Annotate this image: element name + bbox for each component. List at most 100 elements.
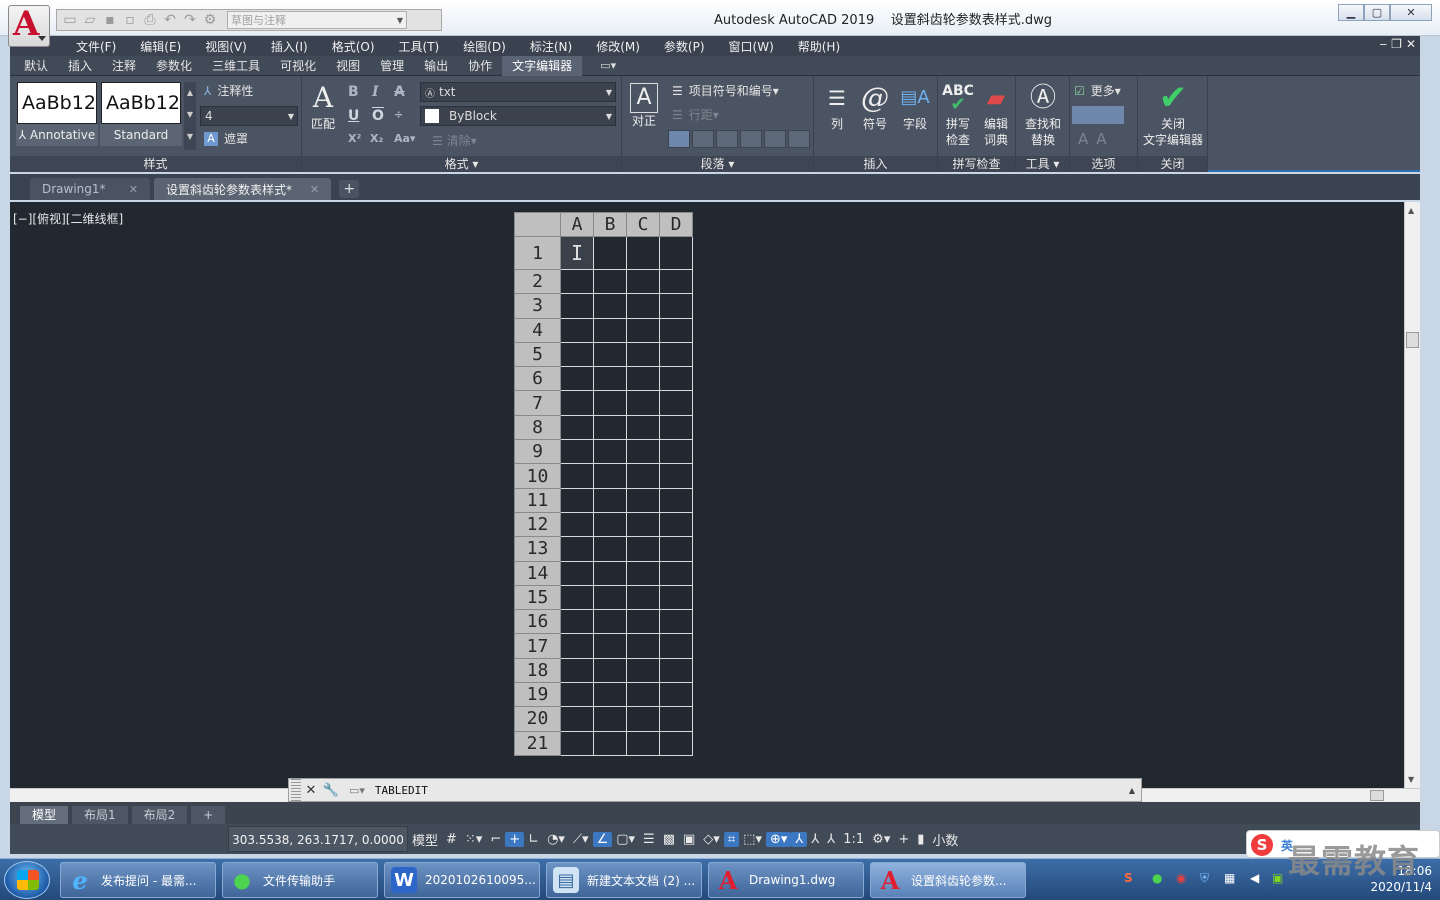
table-cell[interactable] xyxy=(560,633,594,659)
menu-edit[interactable]: 编辑(E) xyxy=(128,38,193,55)
workspace-gear-icon[interactable]: ⚙▾ xyxy=(868,832,894,847)
scroll-up-icon[interactable]: ▲ xyxy=(1408,206,1414,215)
overline-icon[interactable]: O xyxy=(372,108,384,124)
new-file-icon[interactable]: ▭ xyxy=(61,12,79,28)
align-right-icon[interactable] xyxy=(716,130,738,148)
table-cell[interactable] xyxy=(659,633,693,659)
table-cell[interactable] xyxy=(560,657,594,684)
selection-cycling-icon[interactable]: ▣ xyxy=(679,832,699,847)
table-cell[interactable] xyxy=(626,706,660,732)
underline-icon[interactable]: U xyxy=(348,108,359,124)
menu-view[interactable]: 视图(V) xyxy=(193,38,259,55)
undo-icon[interactable]: ↶ xyxy=(161,12,179,28)
units-icon[interactable]: ▮ xyxy=(913,832,928,847)
row-header[interactable]: 21 xyxy=(514,730,561,756)
table-cell[interactable] xyxy=(626,487,660,513)
tools-panel-title[interactable]: 工具 ▾ xyxy=(1016,156,1069,172)
annotative-toggle[interactable]: ⅄ 注释性 xyxy=(204,82,253,99)
drawing-canvas[interactable]: [−][俯视][二维线框] A B C D 1 I 2 3 4 5 6 7 8 9 10 11 12 13 14 15… xyxy=(10,202,1404,788)
text-height-input[interactable]: 4 ▼ xyxy=(200,106,298,126)
columns-button[interactable]: ☰ 列 xyxy=(822,80,852,132)
table-cell[interactable] xyxy=(560,439,594,465)
table-cell[interactable] xyxy=(593,730,627,756)
wechat-tray-icon[interactable]: ● xyxy=(1152,871,1162,885)
table-cell[interactable] xyxy=(560,390,594,416)
table-cell[interactable] xyxy=(626,439,660,465)
tab-collaborate[interactable]: 协作 xyxy=(458,56,502,76)
column-header[interactable]: A xyxy=(560,212,594,237)
table-cell[interactable] xyxy=(626,366,660,392)
menu-parametric[interactable]: 参数(P) xyxy=(652,38,717,55)
volume-icon[interactable]: ◀ xyxy=(1250,871,1259,885)
table-cell[interactable] xyxy=(626,463,660,489)
drag-handle[interactable] xyxy=(291,779,301,801)
table-cell[interactable] xyxy=(560,414,594,441)
app-menu-button[interactable]: A xyxy=(8,4,50,47)
taskbar-item-ie[interactable]: e 发布提问 - 最需... xyxy=(60,862,216,898)
save-as-icon[interactable]: ▫ xyxy=(121,12,139,28)
isodraft-icon[interactable]: ⟋▾ xyxy=(569,832,593,847)
stack-icon[interactable]: ÷ xyxy=(394,108,403,121)
ribbon-display-options-icon[interactable]: ▭▾ xyxy=(600,59,616,72)
superscript-icon[interactable]: X² xyxy=(348,132,361,145)
close-button[interactable]: ✕ xyxy=(1390,4,1432,21)
table-cell[interactable] xyxy=(659,317,693,343)
table-cell[interactable] xyxy=(560,560,594,586)
annotation-visibility-icon[interactable]: ⅄ xyxy=(791,831,808,847)
table-cell[interactable] xyxy=(560,609,594,635)
grid-icon[interactable]: # xyxy=(442,832,461,847)
table-cell[interactable] xyxy=(659,706,693,732)
distribute-icon[interactable] xyxy=(764,130,786,148)
style-swatch-annotative[interactable]: AaBb123 xyxy=(17,82,97,124)
table-cell[interactable] xyxy=(593,439,627,465)
auto-scale-icon[interactable]: ⅄ xyxy=(807,832,823,847)
new-tab-button[interactable]: + xyxy=(339,180,360,198)
taskbar-item-wechat[interactable]: ● 文件传输助手 xyxy=(222,862,378,898)
table-cell[interactable] xyxy=(593,657,627,684)
table-cell[interactable] xyxy=(659,414,693,441)
table-corner-cell[interactable] xyxy=(514,212,561,237)
scroll-thumb[interactable] xyxy=(1370,790,1384,801)
tab-output[interactable]: 输出 xyxy=(414,56,458,76)
table-cell[interactable] xyxy=(626,609,660,635)
table-cell[interactable] xyxy=(626,268,660,295)
row-header[interactable]: 18 xyxy=(514,657,561,684)
polar-tracking-icon[interactable]: ◔▾ xyxy=(543,832,569,847)
row-header[interactable]: 20 xyxy=(514,706,561,732)
lineweight-icon[interactable]: ☰ xyxy=(639,832,659,847)
object-snap-icon[interactable]: ▢▾ xyxy=(612,832,639,847)
column-header[interactable]: B xyxy=(593,212,627,237)
redo-icon[interactable]: ↷ xyxy=(181,12,199,28)
table-cell[interactable] xyxy=(626,236,660,270)
strikethrough-icon[interactable]: A xyxy=(394,84,405,100)
row-header[interactable]: 10 xyxy=(514,463,561,489)
italic-icon[interactable]: I xyxy=(372,84,379,100)
table-cell[interactable] xyxy=(560,536,594,562)
table-cell[interactable] xyxy=(659,682,693,708)
row-header[interactable]: 12 xyxy=(514,511,561,538)
open-file-icon[interactable]: ▱ xyxy=(81,12,99,28)
table-cell[interactable] xyxy=(593,560,627,586)
tab-visualize[interactable]: 可视化 xyxy=(270,56,326,76)
menu-insert[interactable]: 插入(I) xyxy=(259,38,320,55)
selection-filter-icon[interactable]: ⬚▾ xyxy=(739,832,766,847)
table-cell[interactable] xyxy=(593,390,627,416)
table-cell[interactable] xyxy=(659,657,693,684)
tab-insert[interactable]: 插入 xyxy=(58,56,102,76)
table-cell[interactable] xyxy=(560,730,594,756)
active-table-cell[interactable]: I xyxy=(560,236,594,270)
tab-annotate[interactable]: 注释 xyxy=(102,56,146,76)
style-gallery-scroller[interactable]: ▲ ▼ ▼ xyxy=(184,82,196,150)
close-icon[interactable]: ✕ xyxy=(310,183,319,196)
align-center-icon[interactable] xyxy=(692,130,714,148)
table-cell[interactable] xyxy=(659,268,693,295)
mask-button[interactable]: A 遮罩 xyxy=(204,130,248,147)
viewport-controls[interactable]: [−][俯视][二维线框] xyxy=(13,210,123,227)
tab-model[interactable]: 模型 xyxy=(20,806,69,824)
weibo-tray-icon[interactable]: ◉ xyxy=(1176,871,1186,885)
table-cell[interactable] xyxy=(593,536,627,562)
match-button[interactable]: A 匹配 xyxy=(308,80,338,132)
save-icon[interactable]: ▪ xyxy=(101,12,119,28)
transparency-icon[interactable]: ▩ xyxy=(659,832,679,847)
justify-align-icon[interactable] xyxy=(740,130,762,148)
